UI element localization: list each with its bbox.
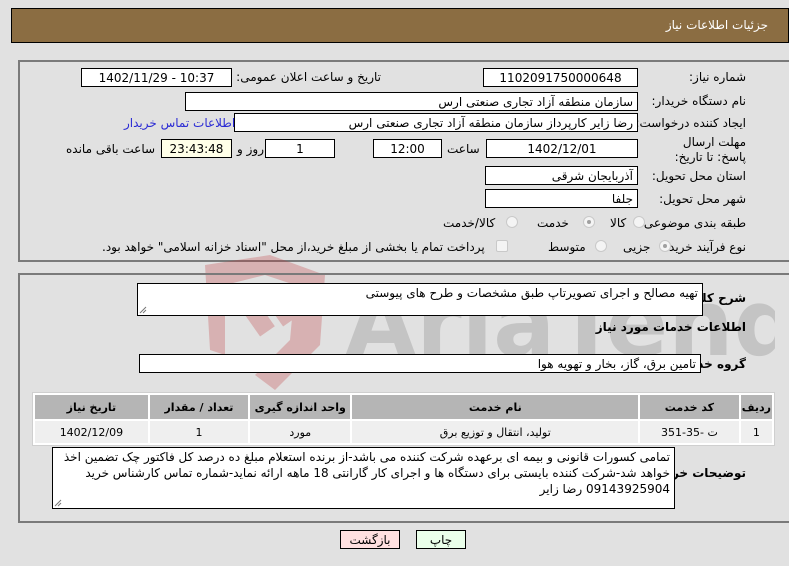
table-row: 1402/12/09 1 مورد تولید، انتقال و توزیع …	[35, 421, 772, 443]
category-radio-goods[interactable]	[633, 216, 645, 228]
deadline-label: مهلت ارسال پاسخ: تا تاریخ:	[674, 135, 746, 164]
category-label: طبقه بندی موضوعی:	[639, 216, 746, 230]
print-button[interactable]: چاپ	[416, 530, 466, 549]
process-option-minor: جزیی	[623, 240, 651, 254]
category-radio-service[interactable]	[583, 216, 595, 228]
city-label: شهر محل تحویل:	[659, 192, 746, 206]
services-table: تاریخ نیاز تعداد / مقدار واحد اندازه گیر…	[32, 392, 775, 446]
process-option-medium: متوسط	[548, 240, 586, 254]
buyer-org-field: سازمان منطقه آزاد تجاری صنعتی ارس	[185, 92, 638, 111]
page-header: جزئیات اطلاعات نیاز	[11, 8, 789, 43]
buyer-notes-textarea[interactable]: تمامی کسورات قانونی و بیمه ای برعهده شرک…	[52, 447, 675, 509]
page-title: جزئیات اطلاعات نیاز	[665, 18, 768, 32]
col-service-name: نام خدمت	[352, 395, 639, 419]
process-radio-minor[interactable]	[659, 240, 671, 252]
days-label: روز و	[237, 142, 264, 156]
deadline-time-field: 12:00	[373, 139, 442, 158]
creator-label: ایجاد کننده درخواست:	[635, 116, 746, 130]
category-option-goods-service: کالا/خدمت	[443, 216, 496, 230]
creator-field: رضا زایر کارپرداز سازمان منطقه آزاد تجار…	[234, 113, 638, 132]
category-option-goods: کالا	[610, 216, 627, 230]
services-table-header: تاریخ نیاز تعداد / مقدار واحد اندازه گیر…	[35, 395, 772, 419]
buyer-contact-link[interactable]: اطلاعات تماس خریدار	[124, 116, 235, 130]
days-field: 1	[265, 139, 335, 158]
treasury-note: پرداخت تمام یا بخشی از مبلغ خرید،از محل …	[102, 240, 485, 254]
col-need-date: تاریخ نیاز	[35, 395, 148, 419]
col-service-code: کد خدمت	[640, 395, 739, 419]
remaining-label: ساعت باقی مانده	[66, 142, 156, 156]
announce-date-label: تاریخ و ساعت اعلان عمومی:	[236, 70, 381, 84]
cell-service-code: ت -35-351	[640, 421, 739, 443]
category-option-service: خدمت	[537, 216, 569, 230]
province-label: استان محل تحویل:	[651, 169, 746, 183]
need-number-label: شماره نیاز:	[689, 70, 746, 84]
buyer-org-label: نام دستگاه خریدار:	[651, 94, 747, 108]
process-radio-medium[interactable]	[595, 240, 607, 252]
cell-need-date: 1402/12/09	[35, 421, 148, 443]
col-quantity: تعداد / مقدار	[149, 395, 249, 419]
col-unit: واحد اندازه گیری	[250, 395, 351, 419]
cell-quantity: 1	[149, 421, 249, 443]
col-row: ردیف	[740, 395, 772, 419]
cell-unit: مورد	[250, 421, 351, 443]
service-group-field: تامین برق، گاز، بخار و تهویه هوا	[139, 354, 701, 373]
cell-row: 1	[740, 421, 772, 443]
city-field: جلفا	[485, 189, 638, 208]
resize-grip-icon[interactable]	[139, 306, 147, 314]
back-button[interactable]: بازگشت	[340, 530, 400, 549]
province-field: آذربایجان شرقی	[485, 166, 638, 185]
deadline-date-field: 1402/12/01	[486, 139, 638, 158]
process-label: نوع فرآیند خرید :	[661, 240, 746, 254]
need-number-field: 1102091750000648	[483, 68, 638, 87]
category-radio-goods-service[interactable]	[506, 216, 518, 228]
remaining-time-field: 23:43:48	[161, 139, 232, 158]
time-label: ساعت	[447, 142, 480, 156]
treasury-checkbox[interactable]	[496, 240, 508, 252]
announce-date-field: 1402/11/29 - 10:37	[81, 68, 232, 87]
cell-service-name: تولید، انتقال و توزیع برق	[352, 421, 639, 443]
resize-grip-icon[interactable]	[54, 499, 62, 507]
description-textarea[interactable]: تهیه مصالح و اجرای تصویرتاپ طبق مشخصات و…	[137, 283, 703, 316]
services-section-title: اطلاعات خدمات مورد نیاز	[595, 320, 746, 334]
